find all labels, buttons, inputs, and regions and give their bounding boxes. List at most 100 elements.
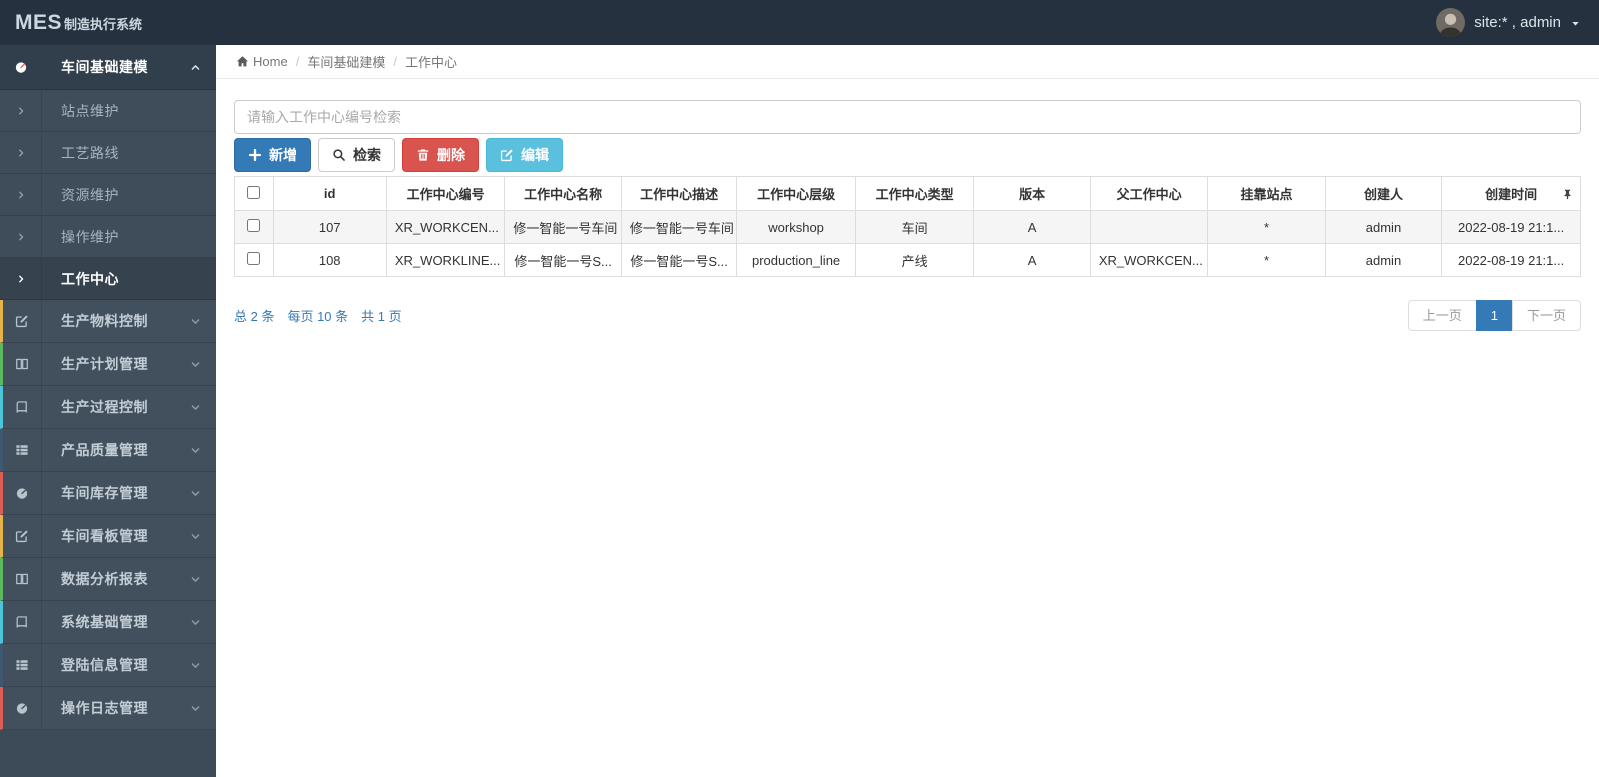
record-summary: 总 2 条 每页 10 条 共 1 页: [234, 306, 402, 325]
edit-icon: [500, 148, 514, 162]
app-brand: MES 制造执行系统: [0, 11, 216, 35]
sidebar-item-label: 登陆信息管理: [61, 657, 148, 673]
sidebar-item-login-info-management[interactable]: 登陆信息管理: [0, 644, 216, 687]
next-page-button[interactable]: 下一页: [1511, 300, 1581, 331]
sidebar-subitem-site-maintenance[interactable]: 站点维护: [0, 90, 216, 132]
select-all-cell: [234, 176, 274, 211]
breadcrumb-home[interactable]: Home: [253, 54, 288, 69]
brand-name: 制造执行系统: [64, 16, 143, 32]
table-cell: 修一智能一号车间: [620, 210, 738, 244]
search-button[interactable]: 检索: [318, 138, 395, 172]
pagination: 上一页 1 下一页: [1407, 300, 1581, 331]
book-icon: [3, 386, 42, 428]
breadcrumb-separator: /: [295, 54, 300, 69]
breadcrumb: Home / 车间基础建模 / 工作中心: [216, 45, 1599, 79]
chevron-down-icon: [190, 402, 201, 413]
select-all-checkbox[interactable]: [247, 185, 261, 199]
sidebar-subitem-label: 操作维护: [61, 228, 119, 245]
table-cell: XR_WORKCEN...: [385, 210, 506, 244]
sidebar-item-label: 数据分析报表: [61, 571, 148, 587]
work-center-table: id 工作中心编号 工作中心名称 工作中心描述 工作中心层级 工作中心类型 版本 父工作中心挂…: [234, 176, 1581, 277]
sidebar-subitem-label: 工作中心: [61, 270, 119, 287]
pencil-icon: [3, 300, 42, 342]
chevron-down-icon: [190, 445, 201, 456]
gauge-icon: [3, 472, 42, 514]
search-icon: [332, 148, 346, 162]
gauge-icon: [3, 687, 42, 729]
breadcrumb-module[interactable]: 车间基础建模: [307, 52, 385, 71]
pin-icon[interactable]: [1562, 187, 1573, 200]
chevron-down-icon: [190, 660, 201, 671]
search-input[interactable]: [234, 100, 1581, 134]
table-cell: A: [973, 210, 1091, 244]
add-button-label: 新增: [269, 147, 297, 163]
table-header-row: id 工作中心编号 工作中心名称 工作中心描述 工作中心层级 工作中心类型 版本 父工作中心挂…: [234, 176, 1581, 211]
plus-icon: [248, 148, 262, 162]
toolbar: 新增 检索 删除 编辑: [234, 138, 1581, 172]
col-header-2: 工作中心名称: [504, 176, 622, 211]
col-header-1: 工作中心编号: [385, 176, 506, 211]
breadcrumb-current: 工作中心: [404, 55, 457, 70]
table-cell: XR_WORKLINE...: [385, 243, 506, 277]
sidebar-item-kanban-management[interactable]: 车间看板管理: [0, 515, 216, 558]
sidebar-item-inventory-management[interactable]: 车间库存管理: [0, 472, 216, 515]
sidebar-subitem-label: 资源维护: [61, 186, 119, 203]
chevron-right-icon: [0, 216, 42, 257]
page-count: 共 1 页: [361, 309, 402, 324]
sidebar-item-label: 生产过程控制: [61, 399, 148, 415]
sidebar-subitem-operation-maintenance[interactable]: 操作维护: [0, 216, 216, 258]
table-cell: 2022-08-19 21:1...: [1441, 243, 1581, 277]
user-menu[interactable]: site:* , admin: [1436, 8, 1599, 37]
table-cell: 修一智能一号S...: [504, 243, 622, 277]
home-icon: [236, 55, 249, 68]
sidebar-item-label: 产品质量管理: [61, 442, 148, 458]
book-icon: [3, 601, 42, 643]
main-content: Home / 车间基础建模 / 工作中心 新增 检索 删除 编辑: [216, 45, 1599, 777]
col-header-5: 工作中心类型: [854, 176, 975, 211]
row-checkbox[interactable]: [247, 219, 261, 232]
sidebar-subitem-label: 工艺路线: [61, 144, 119, 161]
table-row[interactable]: 107 XR_WORKCEN... 修一智能一号车间 修一智能一号车间 workshop…: [234, 210, 1581, 244]
page-1-button[interactable]: 1: [1475, 300, 1513, 331]
edit-button-label: 编辑: [521, 147, 549, 163]
sidebar-menu: 车间基础建模 站点维护 工艺路线 资源维护 操作维护 工作中心 生产物料控制 生…: [0, 45, 216, 730]
table-cell: 车间: [854, 210, 975, 244]
table-cell: *: [1207, 243, 1326, 277]
user-avatar: [1436, 8, 1466, 37]
sidebar-subitem-resource-maintenance[interactable]: 资源维护: [0, 174, 216, 216]
col-header-8: 挂靠站点: [1207, 176, 1326, 211]
add-button[interactable]: 新增: [234, 138, 311, 172]
sidebar-subitem-work-center[interactable]: 工作中心: [0, 258, 216, 300]
chevron-down-icon: [190, 359, 201, 370]
sidebar-item-system-base-management[interactable]: 系统基础管理: [0, 601, 216, 644]
sidebar: 车间基础建模 站点维护 工艺路线 资源维护 操作维护 工作中心 生产物料控制 生…: [0, 45, 216, 777]
columns-icon: [3, 343, 42, 385]
table-cell: 产线: [854, 243, 975, 277]
topbar: MES 制造执行系统 site:* , admin: [0, 0, 1599, 45]
chevron-right-icon: [0, 174, 42, 215]
table-cell: 修一智能一号S...: [620, 243, 738, 277]
row-checkbox[interactable]: [247, 252, 261, 265]
sidebar-item-process-control[interactable]: 生产过程控制: [0, 386, 216, 429]
col-header-0: id: [272, 176, 387, 211]
sidebar-item-data-analysis-reports[interactable]: 数据分析报表: [0, 558, 216, 601]
edit-button[interactable]: 编辑: [486, 138, 563, 172]
sidebar-item-operation-log-management[interactable]: 操作日志管理: [0, 687, 216, 730]
columns-icon: [3, 558, 42, 600]
chevron-down-icon: [190, 574, 201, 585]
table-cell: 2022-08-19 21:1...: [1441, 210, 1581, 244]
sidebar-item-quality-management[interactable]: 产品质量管理: [0, 429, 216, 472]
prev-page-button[interactable]: 上一页: [1407, 300, 1477, 331]
table-cell: 108: [272, 243, 387, 277]
table-row[interactable]: 108 XR_WORKLINE... 修一智能一号S... 修一智能一号S... pro…: [234, 243, 1581, 277]
sidebar-item-plan-management[interactable]: 生产计划管理: [0, 343, 216, 386]
sidebar-item-material-control[interactable]: 生产物料控制: [0, 300, 216, 343]
col-header-9: 创建人: [1324, 176, 1443, 211]
user-label: site:* , admin: [1474, 14, 1561, 31]
page-size: 每页 10 条: [287, 309, 349, 324]
delete-button[interactable]: 删除: [402, 138, 479, 172]
table-cell: admin: [1324, 243, 1443, 277]
col-header-7: 父工作中心: [1089, 176, 1209, 211]
sidebar-group-workshop-modeling[interactable]: 车间基础建模: [0, 45, 216, 90]
sidebar-subitem-process-route[interactable]: 工艺路线: [0, 132, 216, 174]
